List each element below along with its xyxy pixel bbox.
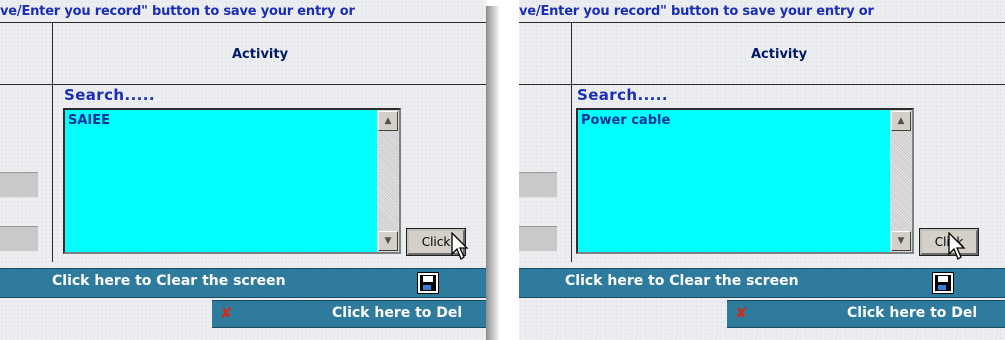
delete-label: Click here to Del — [332, 305, 463, 321]
divider — [52, 22, 53, 262]
scrollbar[interactable]: ▲ ▼ — [890, 110, 912, 252]
divider — [0, 22, 486, 23]
divider — [0, 84, 486, 85]
list-item-selected[interactable]: SAIEE — [68, 113, 110, 128]
input-field[interactable] — [519, 172, 557, 198]
list-item-selected[interactable]: Power cable — [581, 113, 670, 128]
panel-right: ve/Enter you record" button to save your… — [519, 0, 1005, 340]
delete-button[interactable]: ✘ Click here to Del — [727, 300, 1005, 328]
delete-tool-icon: ✘ — [735, 304, 748, 322]
arrow-down-icon[interactable]: ▼ — [891, 231, 911, 251]
floppy-disk-icon[interactable] — [417, 272, 439, 294]
search-listbox[interactable]: SAIEE ▲ ▼ — [63, 108, 401, 254]
instruction-text: ve/Enter you record" button to save your… — [0, 4, 355, 19]
scrollbar[interactable]: ▲ ▼ — [377, 110, 399, 252]
pointer-cursor-icon — [948, 232, 966, 260]
arrow-up-icon[interactable]: ▲ — [891, 111, 911, 131]
delete-button[interactable]: ✘ Click here to Del — [212, 300, 486, 328]
input-field[interactable] — [0, 226, 38, 252]
search-label: Search..... — [64, 86, 155, 104]
search-label: Search..... — [577, 86, 668, 104]
activity-header: Activity — [232, 47, 289, 62]
panel-shadow — [486, 6, 500, 340]
input-field[interactable] — [0, 172, 38, 198]
input-field[interactable] — [519, 226, 557, 252]
panel-left: ve/Enter you record" button to save your… — [0, 0, 486, 340]
activity-header: Activity — [751, 47, 808, 62]
save-bar[interactable] — [925, 268, 1005, 298]
clear-screen-label: Click here to Clear the screen — [565, 273, 799, 289]
divider — [519, 22, 1005, 23]
instruction-text: ve/Enter you record" button to save your… — [519, 4, 874, 19]
delete-tool-icon: ✘ — [220, 304, 233, 322]
divider — [519, 84, 1005, 85]
clear-screen-button[interactable]: Click here to Clear the screen — [0, 268, 412, 298]
search-listbox[interactable]: Power cable ▲ ▼ — [576, 108, 914, 254]
save-bar[interactable] — [412, 268, 486, 298]
arrow-down-icon[interactable]: ▼ — [378, 231, 398, 251]
pointer-cursor-icon — [451, 232, 469, 260]
floppy-disk-icon[interactable] — [932, 272, 954, 294]
arrow-up-icon[interactable]: ▲ — [378, 111, 398, 131]
delete-label: Click here to Del — [847, 305, 978, 321]
clear-screen-label: Click here to Clear the screen — [52, 273, 286, 289]
divider — [571, 22, 572, 262]
clear-screen-button[interactable]: Click here to Clear the screen — [519, 268, 925, 298]
